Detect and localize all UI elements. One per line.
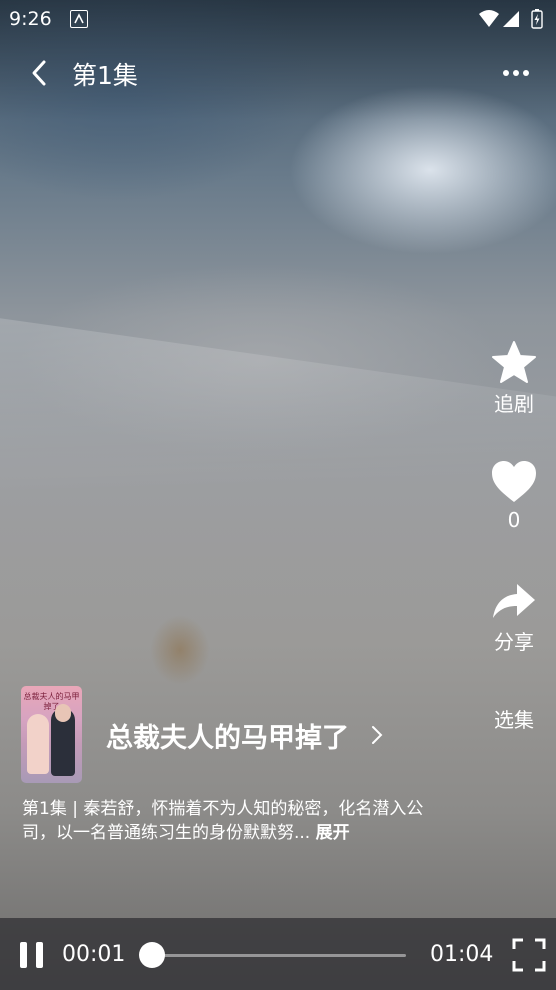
expand-button[interactable]: 展开 <box>316 823 350 843</box>
back-button[interactable] <box>22 55 58 91</box>
signal-icon <box>503 11 519 27</box>
episode-title: 第1集 <box>72 61 138 90</box>
pause-button[interactable] <box>17 940 47 970</box>
drama-title-link[interactable]: 总裁夫人的马甲掉了 <box>106 716 349 755</box>
share-button[interactable]: 分享 <box>474 582 554 655</box>
current-time: 00:01 <box>62 942 126 967</box>
episode-description: 第1集 | 秦若舒，怀揣着不为人知的秘密，化名潜入公司，以一名普通练习生的身份默… <box>22 797 432 845</box>
status-bar: 9:26 <box>0 0 556 38</box>
like-button[interactable]: 0 <box>474 460 554 532</box>
episodes-label: 选集 <box>494 708 534 732</box>
fullscreen-button[interactable] <box>512 938 546 972</box>
system-icons <box>478 8 548 34</box>
chevron-right-icon[interactable] <box>370 723 384 747</box>
episodes-button[interactable]: 选集 <box>474 704 554 733</box>
follow-button[interactable]: 追剧 <box>474 340 554 417</box>
duration: 01:04 <box>430 942 494 967</box>
progress-thumb[interactable] <box>139 942 165 968</box>
player-controls: 00:01 01:04 <box>0 918 556 990</box>
like-count: 0 <box>507 508 521 532</box>
battery-icon <box>531 9 543 29</box>
share-label: 分享 <box>494 630 534 654</box>
heart-icon <box>492 461 536 502</box>
description-text: 第1集 | 秦若舒，怀揣着不为人知的秘密，化名潜入公司，以一名普通练习生的身份默… <box>22 799 424 843</box>
star-icon <box>492 341 536 383</box>
progress-track[interactable] <box>152 954 406 957</box>
poster-title-text: 总裁夫人的马甲掉了 <box>23 692 80 711</box>
drama-poster[interactable]: 总裁夫人的马甲掉了 <box>21 686 82 783</box>
chevron-left-icon <box>32 60 46 86</box>
more-dots-icon <box>503 70 529 76</box>
share-arrow-icon <box>493 584 535 618</box>
notification-icon <box>70 10 88 28</box>
status-time: 9:26 <box>9 8 52 30</box>
follow-label: 追剧 <box>494 392 534 416</box>
wifi-icon <box>479 10 499 27</box>
video-frame-detail <box>150 615 210 685</box>
more-button[interactable] <box>498 58 538 88</box>
fullscreen-icon <box>512 938 546 972</box>
pause-icon <box>20 942 43 968</box>
